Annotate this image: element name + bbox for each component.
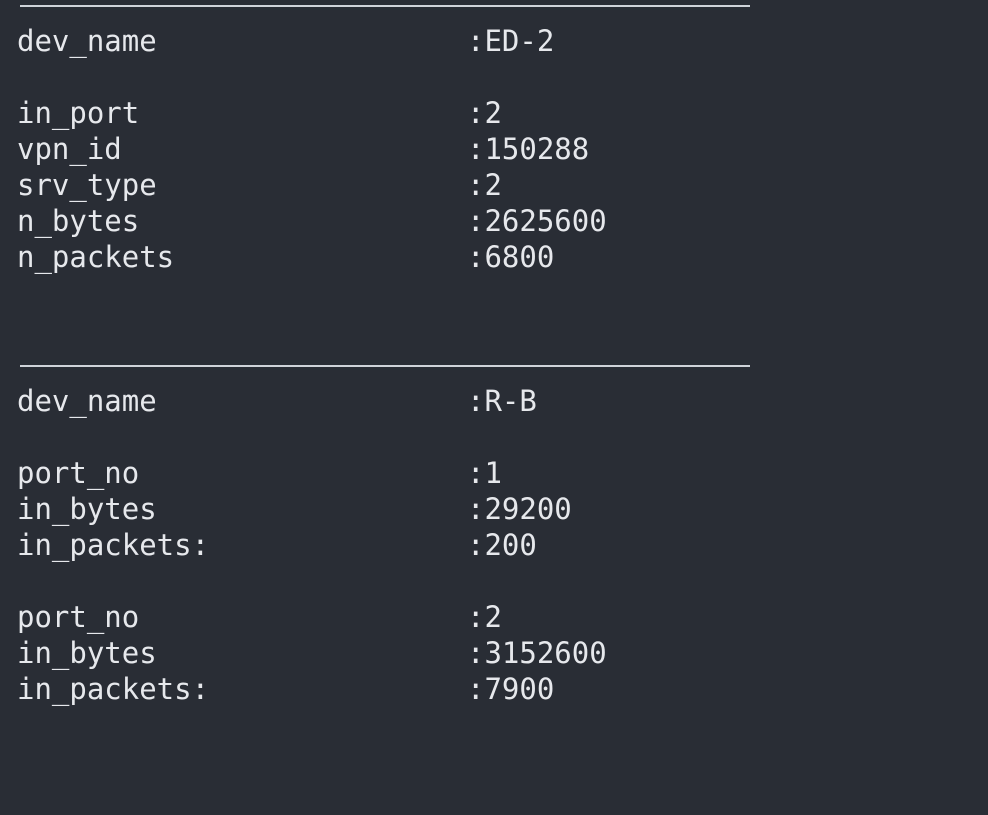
section-divider xyxy=(20,5,750,7)
field-value: :2 xyxy=(467,600,502,634)
record-row: port_no :1 xyxy=(17,455,502,491)
field-key: in_bytes xyxy=(17,492,157,526)
record-row: port_no :2 xyxy=(17,599,502,635)
record-row: n_bytes :2625600 xyxy=(17,203,607,239)
field-key: n_bytes xyxy=(17,204,140,238)
field-key: srv_type xyxy=(17,168,157,202)
terminal-output: dev_name :ED-2 in_port :2 vpn_id :150288… xyxy=(0,0,988,781)
field-value: :R-B xyxy=(467,384,537,418)
record-row: in_bytes :3152600 xyxy=(17,635,607,671)
field-value: :ED-2 xyxy=(467,24,555,58)
field-key: in_packets: xyxy=(17,528,210,562)
field-key: port_no xyxy=(17,456,140,490)
field-key: port_no xyxy=(17,600,140,634)
field-value: :3152600 xyxy=(467,636,607,670)
field-value: :200 xyxy=(467,528,537,562)
record-row: in_packets: :7900 xyxy=(17,671,554,707)
record-row: n_packets :6800 xyxy=(17,239,554,275)
field-key: in_port xyxy=(17,96,140,130)
field-value: :150288 xyxy=(467,132,590,166)
field-value: :1 xyxy=(467,456,502,490)
field-key: vpn_id xyxy=(17,132,122,166)
field-key: n_packets xyxy=(17,240,175,274)
record-row: srv_type :2 xyxy=(17,167,502,203)
field-value: :2 xyxy=(467,96,502,130)
field-value: :6800 xyxy=(467,240,555,274)
record-row: dev_name :R-B xyxy=(17,383,537,419)
record-row: in_port :2 xyxy=(17,95,502,131)
field-value: :2625600 xyxy=(467,204,607,238)
field-key: dev_name xyxy=(17,384,157,418)
record-row: in_bytes :29200 xyxy=(17,491,572,527)
field-value: :7900 xyxy=(467,672,555,706)
field-value: :2 xyxy=(467,168,502,202)
record-row: in_packets: :200 xyxy=(17,527,537,563)
field-value: :29200 xyxy=(467,492,572,526)
field-key: in_packets: xyxy=(17,672,210,706)
field-key: in_bytes xyxy=(17,636,157,670)
record-row: vpn_id :150288 xyxy=(17,131,589,167)
field-key: dev_name xyxy=(17,24,157,58)
record-row: dev_name :ED-2 xyxy=(17,23,554,59)
section-divider xyxy=(20,365,750,367)
